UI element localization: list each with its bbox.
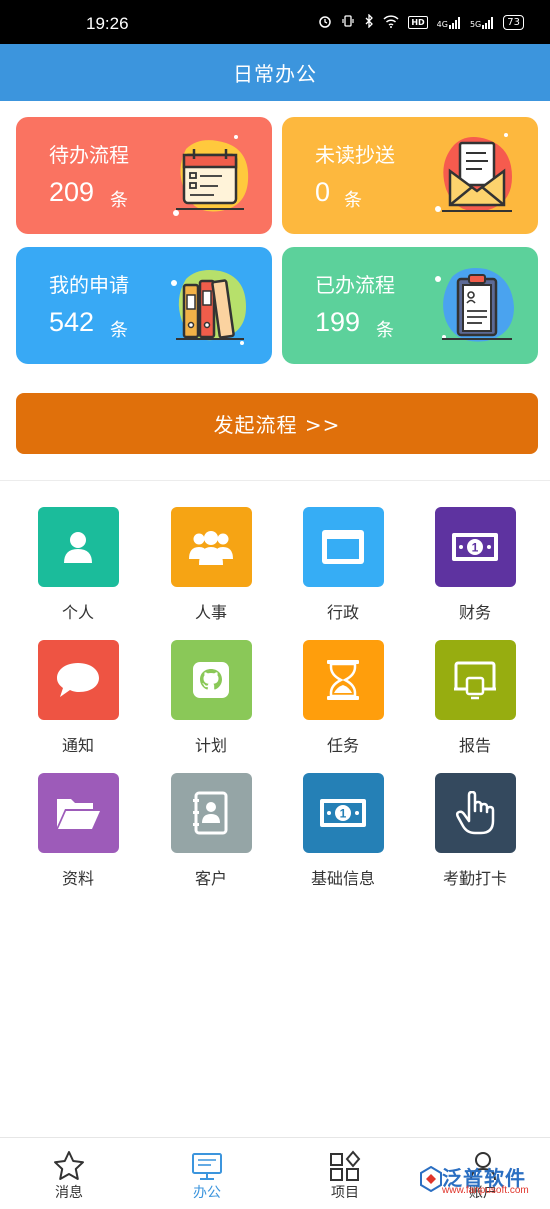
- svg-text:1: 1: [472, 541, 479, 555]
- card-title: 未读抄送: [315, 143, 395, 167]
- page-title: 日常办公: [233, 62, 317, 86]
- grid-item-attendance[interactable]: 考勤打卡: [425, 773, 525, 889]
- card-unit: 条: [344, 190, 362, 211]
- card-pending-flow[interactable]: 待办流程 209 条: [16, 117, 272, 234]
- card-unit: 条: [376, 320, 394, 341]
- window-icon: [302, 507, 384, 587]
- divider: [0, 480, 550, 481]
- grid-item-label: 基础信息: [310, 869, 375, 888]
- nav-item-label: 消息: [55, 1185, 83, 1201]
- chat-bubble-icon: [37, 640, 119, 720]
- grid-item-label: 个人: [61, 603, 94, 622]
- brand-logo-icon: [420, 1166, 442, 1192]
- card-count: 0: [315, 177, 331, 207]
- card-count: 199: [315, 307, 361, 337]
- calendar-checklist-icon: [166, 129, 254, 221]
- grid-item-label: 人事: [194, 603, 227, 622]
- battery-indicator: 73: [503, 15, 524, 30]
- card-my-applications[interactable]: 我的申请 542 条: [16, 247, 272, 364]
- card-completed-flow[interactable]: 已办流程 199 条: [282, 247, 538, 364]
- grid-item-label: 资料: [61, 869, 94, 888]
- grid-item-basic-info[interactable]: 1 基础信息: [293, 773, 393, 889]
- hourglass-icon: [302, 640, 384, 720]
- grid-item-label: 计划: [194, 736, 227, 755]
- envelope-document-icon: [432, 129, 520, 221]
- watermark-logo: 泛普软件 www.fanpusoft.com: [420, 1158, 545, 1198]
- hd-badge: HD: [408, 16, 428, 29]
- star-icon: [24, 1150, 114, 1182]
- pointing-hand-icon: [434, 773, 516, 853]
- card-unread-cc[interactable]: 未读抄送 0 条: [282, 117, 538, 234]
- start-flow-button[interactable]: 发起流程 >>: [16, 393, 538, 454]
- nav-item-office[interactable]: 办公: [162, 1150, 252, 1202]
- grid-item-label: 报告: [458, 736, 491, 755]
- banknote-icon: 1: [434, 507, 516, 587]
- github-icon: [170, 640, 252, 720]
- app-header: 日常办公: [0, 44, 550, 101]
- grid-item-label: 任务: [326, 736, 359, 755]
- grid-item-label: 财务: [458, 603, 491, 622]
- alarm-icon: [318, 14, 332, 31]
- grid-item-notice[interactable]: 通知: [28, 640, 128, 756]
- status-bar: 19:26 HD 4G 5G 73: [0, 0, 550, 44]
- grid-item-materials[interactable]: 资料: [28, 773, 128, 889]
- grid-item-report[interactable]: 报告: [425, 640, 525, 756]
- grid-item-hr[interactable]: 人事: [161, 507, 261, 623]
- address-book-icon: [170, 773, 252, 853]
- presentation-icon: [434, 640, 516, 720]
- desktop-icon: [162, 1150, 252, 1182]
- bluetooth-icon: [364, 13, 374, 31]
- clipboard-icon: [432, 259, 520, 351]
- card-title: 已办流程: [315, 273, 395, 297]
- nav-item-label: 项目: [331, 1185, 359, 1201]
- group-icon: [170, 507, 252, 587]
- card-title: 待办流程: [49, 143, 129, 167]
- grid-item-task[interactable]: 任务: [293, 640, 393, 756]
- grid-item-label: 考勤打卡: [442, 869, 507, 888]
- card-count: 542: [49, 307, 95, 337]
- grid-item-finance[interactable]: 1 财务: [425, 507, 525, 623]
- nav-item-label: 办公: [193, 1185, 221, 1201]
- svg-text:1: 1: [340, 807, 347, 821]
- nav-item-projects[interactable]: 项目: [300, 1150, 390, 1202]
- status-time: 19:26: [86, 14, 129, 33]
- watermark-url: www.fanpusoft.com: [442, 1185, 529, 1196]
- grid-item-label: 行政: [326, 603, 359, 622]
- card-unit: 条: [110, 190, 128, 211]
- banknote-icon: 1: [302, 773, 384, 853]
- folder-open-icon: [37, 773, 119, 853]
- grid-item-customers[interactable]: 客户: [161, 773, 261, 889]
- grid-item-plan[interactable]: 计划: [161, 640, 261, 756]
- signal-5g: 5G: [470, 16, 494, 29]
- binders-icon: [166, 259, 254, 351]
- grid-item-label: 通知: [61, 736, 94, 755]
- card-unit: 条: [110, 320, 128, 341]
- grid-item-personal[interactable]: 个人: [28, 507, 128, 623]
- nav-item-messages[interactable]: 消息: [24, 1150, 114, 1202]
- card-title: 我的申请: [49, 273, 129, 297]
- wifi-icon: [383, 14, 399, 31]
- grid-item-label: 客户: [194, 869, 227, 888]
- grid-item-admin[interactable]: 行政: [293, 507, 393, 623]
- person-icon: [37, 507, 119, 587]
- signal-4g: 4G: [437, 16, 461, 29]
- status-icons: HD 4G 5G 73: [318, 13, 524, 31]
- vibrate-icon: [341, 14, 355, 31]
- card-count: 209: [49, 177, 95, 207]
- grid-shapes-icon: [300, 1150, 390, 1182]
